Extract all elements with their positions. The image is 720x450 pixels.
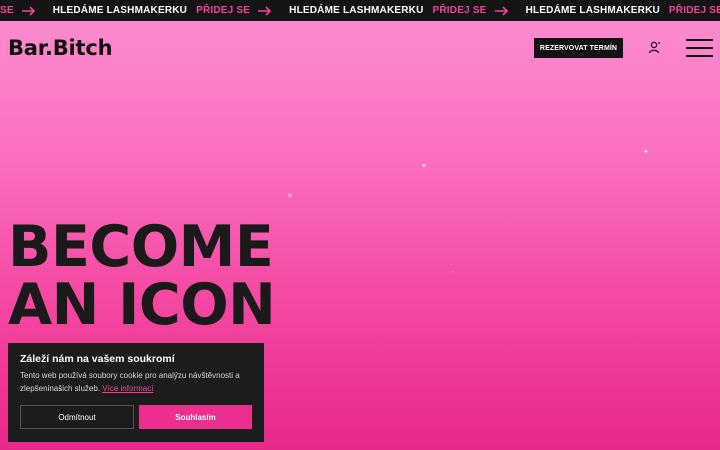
- accept-cookies-button[interactable]: Souhlasím: [139, 405, 252, 429]
- marquee-text: HLEDÁME LASHMAKERKU: [289, 5, 424, 16]
- sparkle-decoration: ✕: [287, 193, 293, 200]
- hero-headline: BECOME AN ICON: [8, 218, 368, 334]
- cookie-title: Záleží nám na vašem soukromí: [20, 353, 175, 365]
- marquee-item[interactable]: HLEDÁME LASHMAKERKU PŘIDEJ SE: [289, 0, 525, 21]
- announcement-marquee: SE HLEDÁME LASHMAKERKU PŘIDEJ SE HLEDÁME…: [0, 0, 720, 21]
- marquee-item[interactable]: HLEDÁME LASHMAKERKU PŘIDEJ SE: [53, 0, 289, 21]
- marquee-cta[interactable]: PŘIDEJ SE: [669, 5, 720, 16]
- more-info-link[interactable]: Více informací: [102, 384, 153, 393]
- hero-line-1: BECOME: [8, 214, 274, 280]
- cookie-description: Tento web používá soubory cookie pro ana…: [20, 369, 252, 395]
- marquee-item[interactable]: HLEDÁME LASHMAKERKU PŘIDEJ SE: [526, 0, 720, 21]
- reserve-appointment-button[interactable]: REZERVOVAT TERMÍN: [534, 38, 623, 58]
- sparkle-decoration: •: [452, 269, 454, 274]
- marquee-cta[interactable]: PŘIDEJ SE: [433, 5, 487, 16]
- marquee-text: HLEDÁME LASHMAKERKU: [525, 5, 660, 16]
- arrow-right-icon: [21, 5, 35, 16]
- brand-logo[interactable]: Bar.Bitch: [8, 36, 113, 60]
- sparkle-decoration: ✦: [421, 163, 427, 170]
- marquee-cta[interactable]: SE: [0, 5, 14, 16]
- cookie-consent-banner: Záleží nám na vašem soukromí Tento web p…: [8, 343, 264, 442]
- hero-line-2: AN ICON: [8, 272, 276, 338]
- marquee-text: HLEDÁME LASHMAKERKU: [52, 5, 188, 16]
- marquee-track: SE HLEDÁME LASHMAKERKU PŘIDEJ SE HLEDÁME…: [0, 0, 720, 21]
- arrow-right-icon: [258, 5, 272, 16]
- hamburger-menu-icon[interactable]: [686, 39, 713, 57]
- decline-cookies-button[interactable]: Odmítnout: [20, 405, 134, 429]
- marquee-item[interactable]: SE: [0, 0, 53, 21]
- arrow-right-icon: [494, 5, 508, 16]
- user-icon[interactable]: [648, 41, 661, 54]
- sparkle-decoration: ✦: [643, 149, 649, 156]
- marquee-cta[interactable]: PŘIDEJ SE: [196, 5, 250, 16]
